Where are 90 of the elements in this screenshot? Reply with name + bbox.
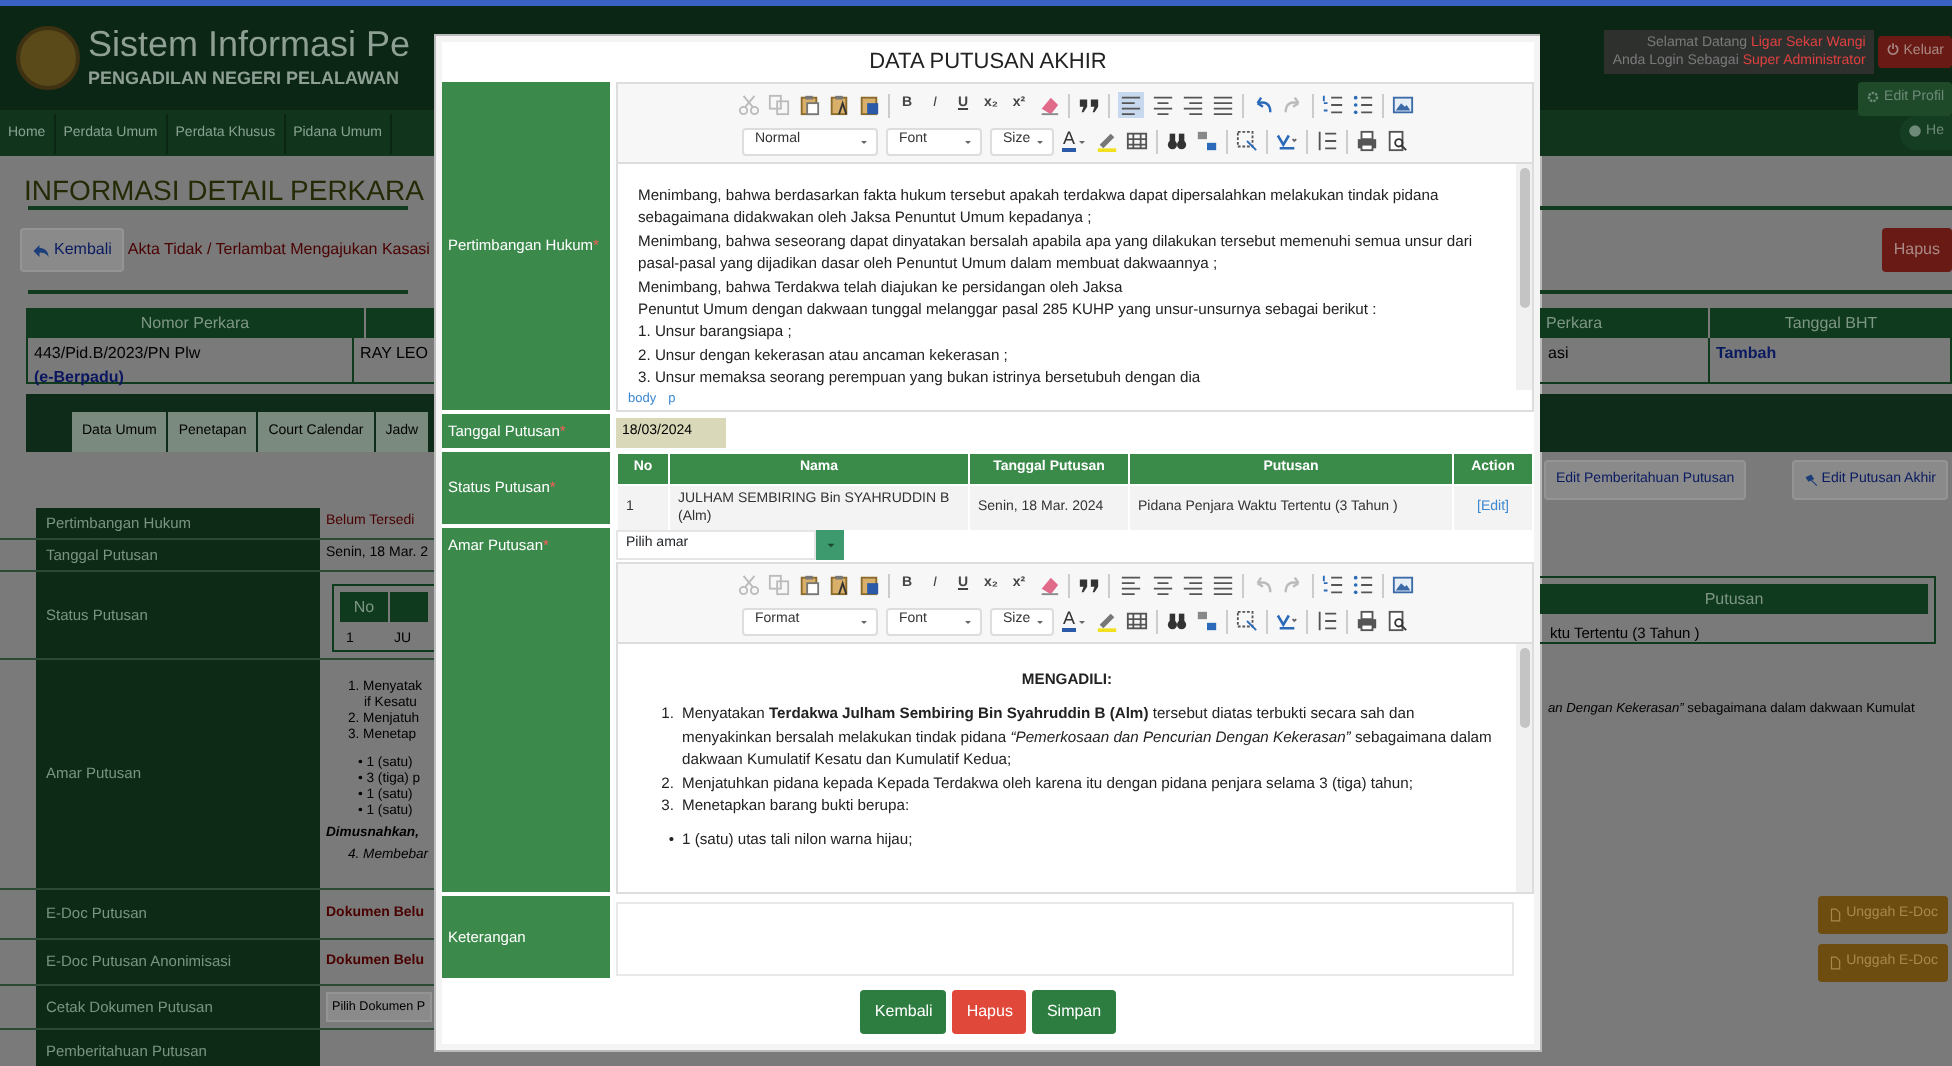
caret-icon — [858, 135, 871, 147]
bulleted-list-icon[interactable] — [1351, 574, 1373, 596]
caret-icon — [823, 538, 837, 552]
column-header: Putusan — [1540, 584, 1928, 614]
quote-icon[interactable] — [1077, 574, 1099, 596]
back-button[interactable]: Kembali — [20, 228, 124, 272]
numbered-list-icon[interactable] — [1321, 574, 1343, 596]
scrollbar[interactable] — [1516, 644, 1532, 892]
paste-word-icon[interactable] — [857, 94, 879, 116]
align-right-icon[interactable] — [1181, 574, 1203, 596]
highlight-color-icon[interactable] — [1095, 610, 1117, 632]
rich-text-editor[interactable] — [616, 562, 1534, 894]
gear-icon — [1866, 89, 1881, 104]
delete-button[interactable]: Hapus — [1881, 228, 1952, 272]
save-button[interactable]: Simpan — [1032, 990, 1116, 1034]
paste-word-icon[interactable] — [857, 574, 879, 596]
table-icon[interactable] — [1125, 610, 1147, 632]
line-spacing-icon[interactable] — [1315, 610, 1337, 632]
party-name: RAY LEO — [360, 344, 428, 362]
spellcheck-icon[interactable] — [1275, 130, 1297, 152]
caret-icon — [962, 135, 975, 147]
highlight-color-icon[interactable] — [1095, 130, 1117, 152]
case-number: 443/Pid.B/2023/PN Plw — [34, 342, 203, 366]
dialog-title: DATA PUTUSAN AKHIR — [867, 48, 1109, 78]
replace-icon[interactable] — [1195, 610, 1217, 632]
image-icon[interactable] — [1391, 574, 1413, 596]
case-tag: (e-Berpadu) — [34, 366, 347, 390]
binoculars-icon[interactable] — [1165, 130, 1187, 152]
text-color-button[interactable]: A — [1062, 610, 1087, 632]
paste-icon[interactable] — [797, 574, 819, 596]
column-header: Perkara — [1540, 308, 1710, 338]
status-notice: Akta Tidak / Terlambat Mengajukan Kasasi — [127, 238, 430, 262]
align-center-icon[interactable] — [1151, 94, 1173, 116]
quote-icon[interactable] — [1077, 94, 1099, 116]
table-cell: asi — [1548, 344, 1569, 362]
logo-emblem — [16, 26, 80, 90]
bulleted-list-icon[interactable] — [1351, 94, 1373, 116]
delete-button[interactable]: Hapus — [952, 990, 1027, 1034]
caret-icon — [962, 615, 975, 627]
align-justify-icon[interactable] — [1211, 94, 1233, 116]
image-icon[interactable] — [1391, 94, 1413, 116]
rich-text-editor[interactable] — [616, 82, 1534, 412]
spellcheck-icon[interactable] — [1275, 610, 1297, 632]
binoculars-icon[interactable] — [1165, 610, 1187, 632]
paste-text-icon[interactable] — [827, 94, 849, 116]
select-all-icon[interactable] — [1235, 610, 1257, 632]
hammer-icon — [1803, 473, 1818, 487]
scrollbar[interactable] — [1516, 164, 1532, 390]
column-header — [390, 591, 428, 621]
caret-icon — [1075, 615, 1087, 627]
page-title: INFORMASI DETAIL PERKARA — [22, 172, 426, 206]
paste-text-icon[interactable] — [827, 574, 849, 596]
power-icon — [1885, 42, 1900, 57]
eraser-icon[interactable] — [1037, 574, 1059, 596]
print-icon[interactable] — [1355, 130, 1377, 152]
align-left-button[interactable] — [1117, 572, 1143, 598]
help-icon — [1908, 123, 1923, 138]
add-link[interactable]: Tambah — [1716, 344, 1777, 362]
column-header: Nomor Perkara — [26, 308, 366, 338]
column-header: No — [340, 591, 388, 621]
caret-icon — [1034, 135, 1047, 147]
app-title: Sistem Informasi Pe — [88, 22, 411, 67]
numbered-list-icon[interactable] — [1321, 94, 1343, 116]
text-color-button[interactable]: A — [1062, 130, 1087, 152]
file-icon — [1828, 956, 1843, 970]
caret-icon — [1034, 615, 1047, 627]
print-icon[interactable] — [1355, 610, 1377, 632]
caret-icon — [1075, 135, 1087, 147]
preview-icon[interactable] — [1385, 610, 1407, 632]
column-header — [366, 308, 436, 338]
table-icon[interactable] — [1125, 130, 1147, 152]
eraser-icon[interactable] — [1037, 94, 1059, 116]
align-right-icon[interactable] — [1181, 94, 1203, 116]
caret-icon — [858, 615, 871, 627]
undo-icon[interactable] — [1251, 94, 1273, 116]
court-name: PENGADILAN NEGERI PELALAWAN — [88, 66, 402, 93]
column-header: Tanggal BHT — [1710, 308, 1952, 338]
line-spacing-icon[interactable] — [1315, 130, 1337, 152]
back-button[interactable]: Kembali — [860, 990, 947, 1034]
align-left-button[interactable] — [1117, 92, 1143, 118]
align-justify-icon[interactable] — [1211, 574, 1233, 596]
reply-arrow-icon[interactable] — [32, 241, 50, 259]
select-all-icon[interactable] — [1235, 130, 1257, 152]
paste-icon[interactable] — [797, 94, 819, 116]
align-left-icon — [1119, 574, 1141, 596]
replace-icon[interactable] — [1195, 130, 1217, 152]
align-left-icon — [1119, 94, 1141, 116]
preview-icon[interactable] — [1385, 130, 1407, 152]
align-center-icon[interactable] — [1151, 574, 1173, 596]
file-icon — [1828, 908, 1843, 922]
